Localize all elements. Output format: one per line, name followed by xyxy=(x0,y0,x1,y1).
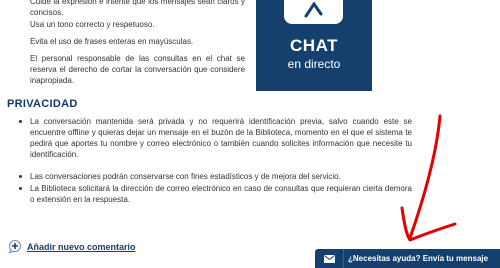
add-comment-link[interactable]: Añadir nuevo comentario xyxy=(27,242,136,252)
rule-item: Evita el uso de frases enteras en mayúsc… xyxy=(30,37,194,46)
help-message-bar[interactable]: ¿Necesitas ayuda? Envía tu mensaje xyxy=(315,249,500,268)
chat-banner-title: CHAT xyxy=(290,36,338,55)
bullet-icon xyxy=(19,120,22,123)
privacy-item: La Biblioteca solicitará la dirección de… xyxy=(30,184,412,204)
bullet-icon xyxy=(19,175,22,178)
bullet-icon xyxy=(19,187,22,190)
envelope-icon xyxy=(315,249,344,268)
chat-live-banner[interactable]: CHAT en directo xyxy=(256,0,372,91)
rule-item: El personal responsable de las consultas… xyxy=(30,54,245,85)
privacy-item: La conversación mantenida será privada y… xyxy=(30,117,412,159)
add-comment-icon xyxy=(7,240,23,255)
help-bar-label: ¿Necesitas ayuda? Envía tu mensaje xyxy=(348,254,489,263)
chat-bubble-icon xyxy=(284,0,343,24)
add-comment[interactable]: Añadir nuevo comentario xyxy=(7,240,136,255)
privacy-heading: PRIVACIDAD xyxy=(7,98,78,110)
privacy-item: Las conversaciones podrán conservarse co… xyxy=(30,172,341,181)
rule-item: Usa un tono correcto y respetuoso. xyxy=(30,20,155,29)
chat-banner-subtitle: en directo xyxy=(287,57,341,71)
rule-item: Cuide la expresión e intente que los men… xyxy=(30,0,245,17)
